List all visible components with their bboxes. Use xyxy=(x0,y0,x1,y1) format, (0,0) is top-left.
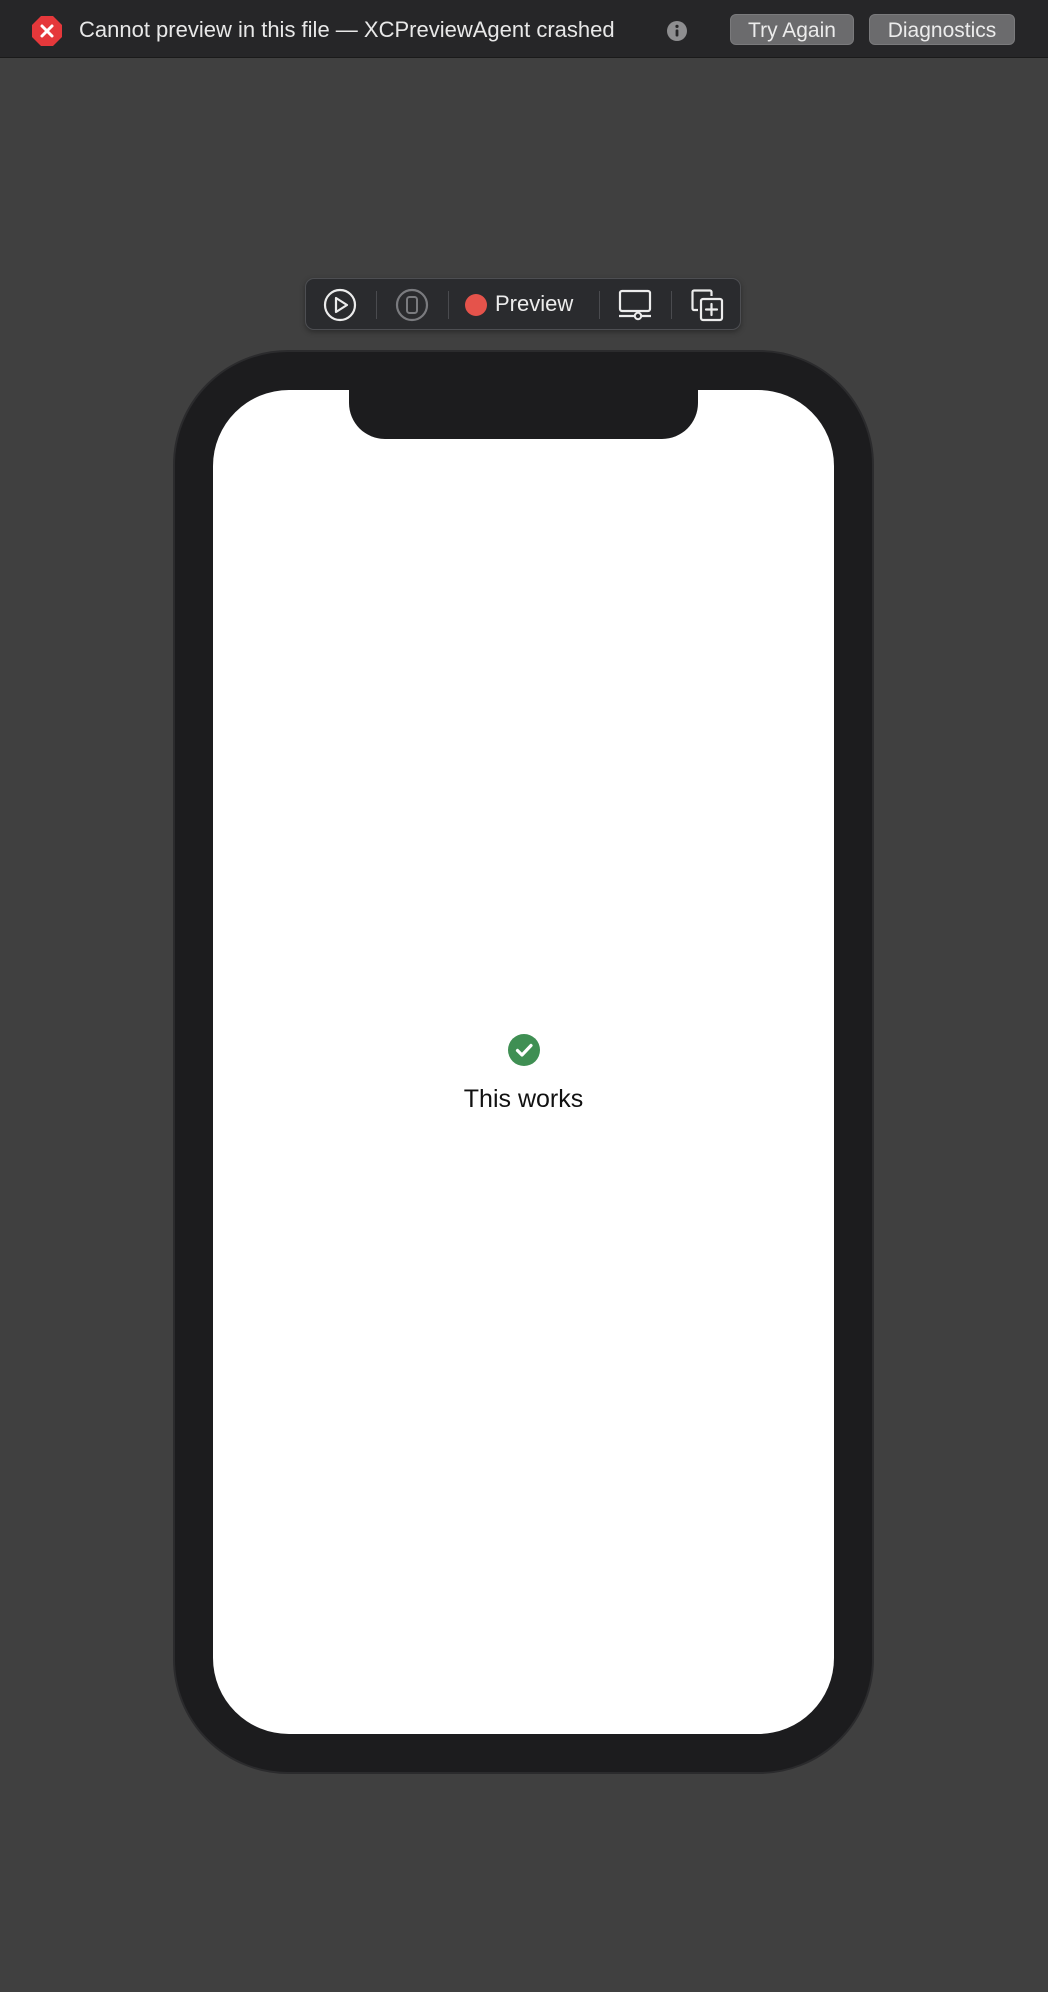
diagnostics-button[interactable]: Diagnostics xyxy=(869,14,1015,45)
status-label: This works xyxy=(463,1085,584,1113)
status-content: This works xyxy=(213,1034,834,1114)
duplicate-plus-icon[interactable] xyxy=(690,288,726,338)
toolbar-divider xyxy=(599,291,600,319)
try-again-button[interactable]: Try Again xyxy=(730,14,854,45)
device-notch xyxy=(349,390,698,439)
device-icon[interactable] xyxy=(395,288,429,338)
toolbar-divider xyxy=(671,291,672,319)
play-icon[interactable] xyxy=(323,288,357,338)
preview-canvas: Cannot preview in this file — XCPreviewA… xyxy=(0,0,1048,1992)
toolbar-divider xyxy=(448,291,449,319)
device-screen[interactable]: This works xyxy=(213,390,834,1734)
preview-label[interactable]: Preview xyxy=(495,290,573,318)
preview-status-dot xyxy=(465,294,487,316)
info-icon[interactable] xyxy=(666,20,688,42)
error-message: Cannot preview in this file — XCPreviewA… xyxy=(79,17,615,42)
error-x-icon xyxy=(31,15,63,47)
checkmark-circle-icon xyxy=(507,1034,540,1066)
preview-toolbar: Preview xyxy=(305,278,741,330)
error-banner: Cannot preview in this file — XCPreviewA… xyxy=(0,0,1048,58)
toolbar-divider xyxy=(376,291,377,319)
device-settings-icon[interactable] xyxy=(617,288,653,338)
